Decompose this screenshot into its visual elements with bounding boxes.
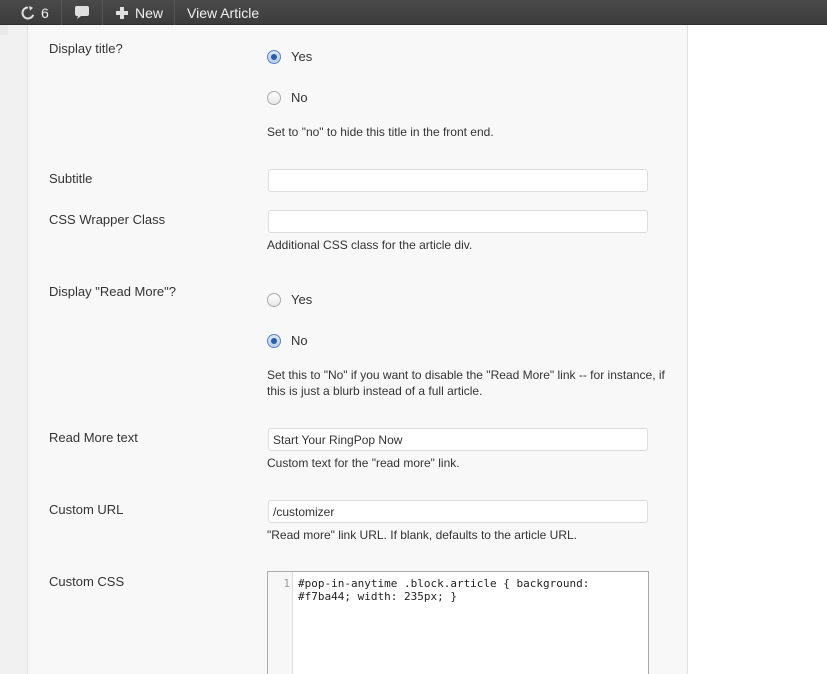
- separator: [61, 0, 62, 25]
- radio-label: Yes: [291, 49, 313, 64]
- read-more-text-label: Read More text: [49, 430, 138, 445]
- subtitle-input[interactable]: [268, 169, 648, 192]
- comment-icon: [75, 5, 89, 19]
- new-label: New: [135, 4, 164, 21]
- display-title-no-option[interactable]: No: [267, 90, 308, 105]
- display-read-more-help: Set this to "No" if you want to disable …: [267, 368, 665, 398]
- display-read-more-label: Display "Read More"?: [49, 284, 177, 299]
- view-article-link[interactable]: View Article: [187, 0, 259, 25]
- custom-css-label: Custom CSS: [49, 574, 125, 589]
- left-gutter: [0, 25, 27, 674]
- read-more-text-input[interactable]: Start Your RingPop Now: [268, 428, 648, 451]
- css-code[interactable]: #pop-in-anytime .block.article { backgro…: [298, 577, 643, 603]
- new-button[interactable]: New: [115, 0, 163, 25]
- css-wrapper-label: CSS Wrapper Class: [49, 212, 166, 227]
- read-more-text-help: Custom text for the "read more" link.: [267, 456, 460, 470]
- radio-label: No: [291, 333, 308, 348]
- separator: [174, 0, 175, 25]
- subtitle-label: Subtitle: [49, 171, 93, 186]
- radio-unchecked[interactable]: [267, 292, 281, 307]
- admin-bar: 6 New View Article: [0, 0, 827, 25]
- line-number-gutter: 1: [268, 572, 293, 674]
- refresh-icon: [21, 5, 35, 19]
- display-read-more-no-option[interactable]: No: [267, 333, 308, 348]
- comments-button[interactable]: [73, 0, 91, 25]
- display-title-yes-option[interactable]: Yes: [267, 49, 312, 64]
- radio-label: Yes: [291, 292, 313, 307]
- custom-url-help: "Read more" link URL. If blank, defaults…: [267, 528, 577, 542]
- radio-checked[interactable]: [267, 333, 281, 348]
- display-read-more-yes-option[interactable]: Yes: [267, 292, 312, 307]
- display-title-label: Display title?: [49, 41, 123, 56]
- radio-checked[interactable]: [267, 49, 281, 64]
- custom-url-input[interactable]: /customizer: [268, 500, 648, 523]
- radio-unchecked[interactable]: [267, 90, 281, 105]
- display-title-help: Set to "no" to hide this title in the fr…: [267, 125, 494, 139]
- custom-css-editor[interactable]: 1 #pop-in-anytime .block.article { backg…: [267, 571, 649, 674]
- line-number: 1: [283, 577, 290, 590]
- separator: [102, 0, 103, 25]
- css-wrapper-input[interactable]: [268, 210, 648, 233]
- gutter-corner: [0, 25, 8, 35]
- custom-url-label: Custom URL: [49, 502, 124, 517]
- updates-count: 6: [41, 4, 49, 21]
- css-wrapper-help: Additional CSS class for the article div…: [267, 238, 473, 252]
- updates-button[interactable]: 6: [20, 0, 49, 25]
- radio-label: No: [291, 90, 308, 105]
- plus-icon: [116, 6, 128, 19]
